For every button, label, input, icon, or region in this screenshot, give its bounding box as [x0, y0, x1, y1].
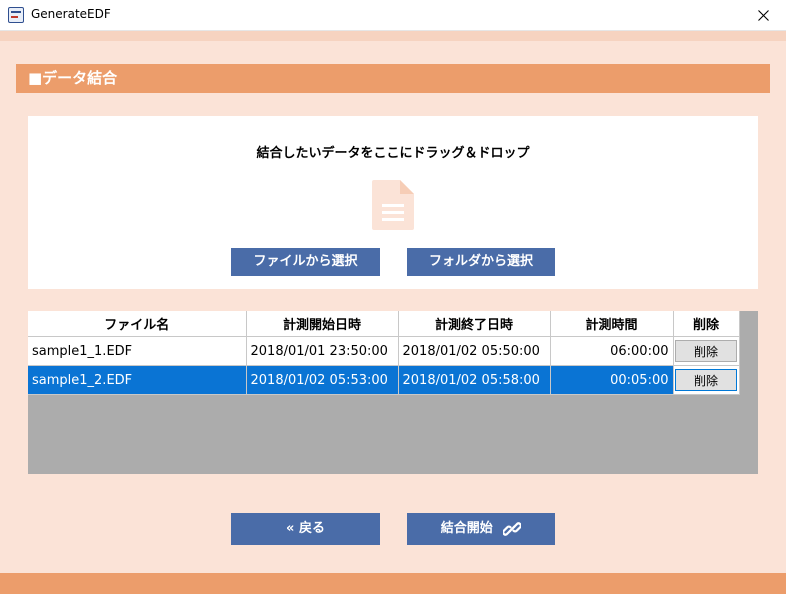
cell-filename: sample1_1.EDF [28, 336, 247, 366]
table-row[interactable]: sample1_1.EDF 2018/01/01 23:50:00 2018/0… [28, 336, 740, 366]
column-header-end[interactable]: 計測終了日時 [398, 311, 551, 337]
link-icon [503, 521, 522, 536]
delete-row-button[interactable]: 削除 [675, 340, 737, 362]
cell-filename: sample1_2.EDF [28, 365, 247, 395]
cell-delete: 削除 [673, 365, 740, 395]
cell-end: 2018/01/02 05:50:00 [398, 336, 551, 366]
back-button[interactable]: « 戻る [231, 513, 380, 545]
drop-zone[interactable]: 結合したいデータをここにドラッグ＆ドロップ ファイルから選択 フォルダから選択 [28, 116, 758, 289]
table-row-selected[interactable]: sample1_2.EDF 2018/01/02 05:53:00 2018/0… [28, 365, 740, 395]
cell-delete: 削除 [673, 336, 740, 366]
bottom-band [0, 573, 786, 594]
column-header-filename[interactable]: ファイル名 [28, 311, 247, 337]
cell-start: 2018/01/01 23:50:00 [246, 336, 399, 366]
file-table-area: ファイル名 計測開始日時 計測終了日時 計測時間 削除 sample1_1.ED… [28, 311, 758, 474]
merge-start-button[interactable]: 結合開始 [407, 513, 555, 545]
top-band [0, 31, 786, 41]
file-table: ファイル名 計測開始日時 計測終了日時 計測時間 削除 sample1_1.ED… [28, 311, 740, 395]
merge-start-label: 結合開始 [440, 521, 493, 536]
close-icon [757, 9, 769, 21]
table-header-row: ファイル名 計測開始日時 計測終了日時 計測時間 削除 [28, 311, 740, 337]
column-header-duration[interactable]: 計測時間 [550, 311, 674, 337]
section-title: ■データ結合 [16, 64, 770, 93]
app-icon [8, 7, 24, 23]
cell-duration: 06:00:00 [550, 336, 674, 366]
cell-end: 2018/01/02 05:58:00 [398, 365, 551, 395]
drop-instruction: 結合したいデータをここにドラッグ＆ドロップ [256, 146, 530, 161]
window-title: GenerateEDF [31, 7, 111, 21]
cell-start: 2018/01/02 05:53:00 [246, 365, 399, 395]
select-folder-button[interactable]: フォルダから選択 [407, 248, 555, 276]
delete-row-button[interactable]: 削除 [675, 369, 737, 391]
document-icon [372, 180, 414, 230]
close-button[interactable] [740, 0, 786, 30]
column-header-start[interactable]: 計測開始日時 [246, 311, 399, 337]
cell-duration: 00:05:00 [550, 365, 674, 395]
column-header-delete[interactable]: 削除 [673, 311, 740, 337]
title-bar: GenerateEDF [0, 0, 786, 31]
select-file-button[interactable]: ファイルから選択 [231, 248, 380, 276]
